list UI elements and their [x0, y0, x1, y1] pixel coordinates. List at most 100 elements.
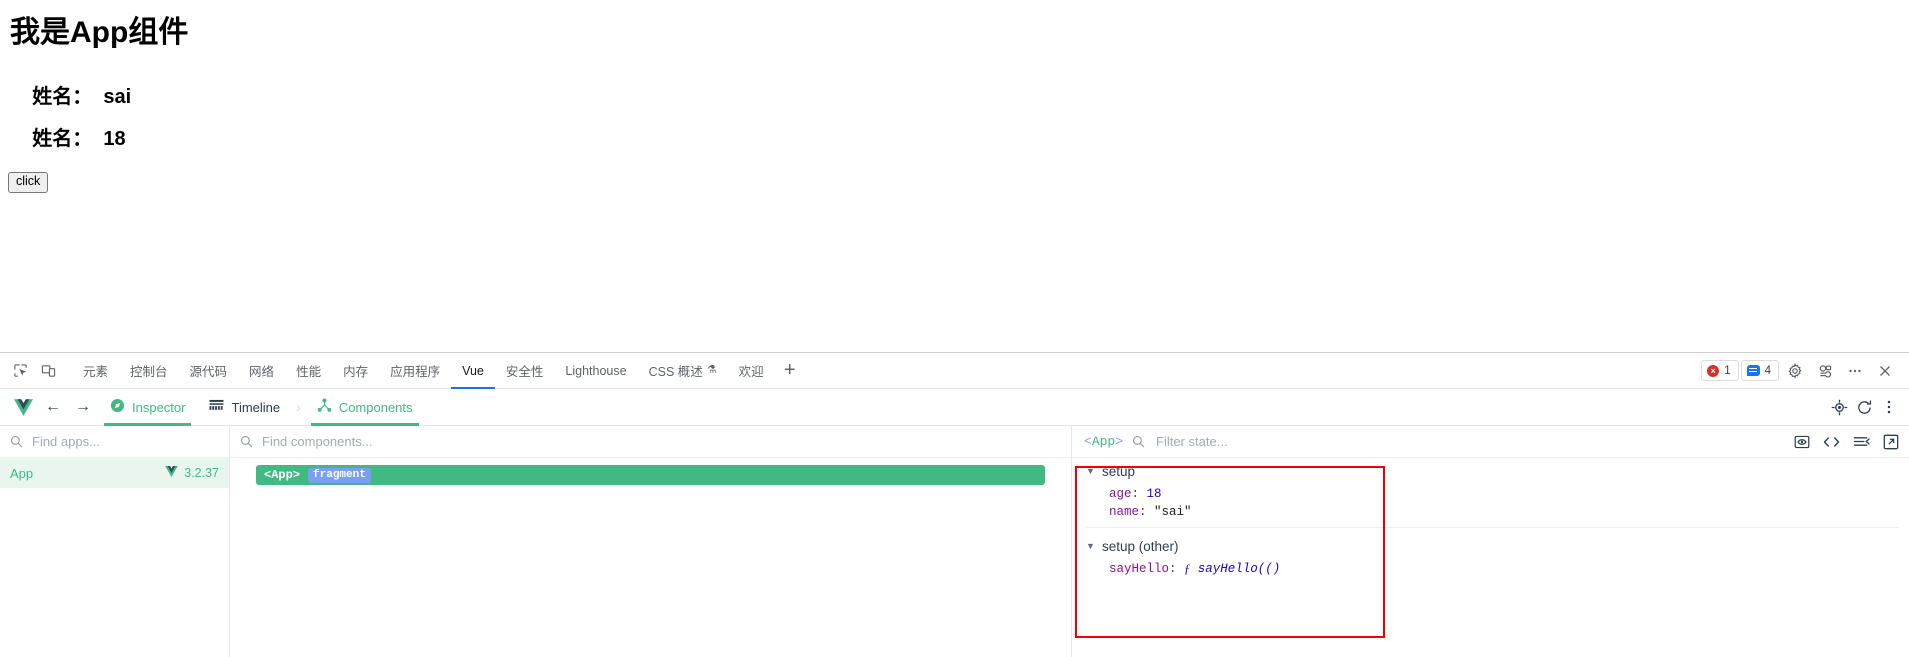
- nav-forward-button[interactable]: →: [68, 392, 98, 422]
- state-entry-name-key: name: [1109, 505, 1140, 519]
- tab-application[interactable]: 应用程序: [379, 353, 451, 389]
- state-panel-header: <App>: [1072, 426, 1909, 458]
- vue-more-menu-icon[interactable]: [1881, 399, 1897, 415]
- vue-mark-icon: [165, 466, 179, 480]
- find-components-search-row: [230, 426, 1071, 458]
- component-tree-node-name: <App>: [264, 468, 301, 482]
- tab-sources[interactable]: 源代码: [179, 353, 239, 389]
- state-entry-sayhello-value: sayHello((): [1197, 562, 1281, 576]
- tab-welcome[interactable]: 欢迎: [728, 353, 775, 389]
- tab-console-label: 控制台: [130, 365, 168, 379]
- state-group-setup-other[interactable]: ▼ setup (other): [1072, 533, 1909, 560]
- add-panel-button[interactable]: +: [775, 356, 805, 386]
- vue-tab-timeline-label: Timeline: [231, 399, 281, 415]
- vue-devtools-header: ← → Inspector Timeline › Components: [0, 389, 1909, 426]
- vue-tab-components-label: Components: [338, 399, 413, 415]
- tab-sources-label: 源代码: [189, 365, 228, 379]
- find-apps-input[interactable]: [30, 433, 219, 450]
- state-entry-sayhello-key: sayHello: [1109, 562, 1170, 576]
- state-entry-name[interactable]: name: "sai": [1072, 503, 1909, 521]
- components-tree-icon: [317, 398, 332, 416]
- find-components-input[interactable]: [260, 433, 1061, 450]
- tab-vue-label: Vue: [462, 363, 484, 378]
- component-name-text: App: [1091, 434, 1116, 449]
- compass-icon: [110, 398, 125, 416]
- open-in-editor-code-icon[interactable]: [1823, 434, 1840, 450]
- inspect-element-icon[interactable]: [6, 358, 34, 384]
- message-count-label: 4: [1764, 364, 1771, 377]
- console-output-icon[interactable]: [1853, 434, 1870, 449]
- tab-vue[interactable]: Vue: [451, 353, 495, 389]
- open-external-icon[interactable]: [1883, 434, 1899, 450]
- vue-logo-icon: [8, 398, 38, 416]
- search-icon: [240, 435, 253, 448]
- angle-close: >: [1115, 434, 1124, 449]
- nav-back-button[interactable]: ←: [38, 392, 68, 422]
- error-icon: ×: [1707, 364, 1720, 377]
- message-count-badge[interactable]: 4: [1740, 360, 1779, 381]
- select-component-target-icon[interactable]: [1831, 399, 1848, 416]
- vue-header-actions: [1831, 399, 1909, 416]
- chevron-down-icon: ▼: [1086, 466, 1095, 476]
- timeline-icon: [209, 399, 224, 416]
- device-toolbar-icon[interactable]: [34, 358, 62, 384]
- vue-tab-inspector[interactable]: Inspector: [98, 389, 197, 426]
- page-title: 我是App组件: [10, 16, 189, 49]
- component-tree-node-app[interactable]: <App> fragment: [256, 465, 1045, 485]
- state-group-divider: [1086, 527, 1899, 528]
- state-group-setup[interactable]: ▼ setup: [1072, 458, 1909, 485]
- state-panel-actions: [1794, 434, 1899, 450]
- more-options-icon[interactable]: [1841, 358, 1869, 384]
- info-row-age-value: 18: [103, 128, 126, 150]
- chevron-down-icon: ▼: [1086, 541, 1095, 551]
- tab-network-label: 网络: [249, 365, 275, 379]
- tab-memory[interactable]: 内存: [332, 353, 379, 389]
- angle-open: <: [1084, 434, 1092, 449]
- search-icon: [1132, 435, 1145, 448]
- web-page-viewport: 我是App组件 姓名： sai 姓名： 18 click: [0, 0, 1909, 352]
- devtools-panel: 元素 控制台 源代码 网络 性能 内存 应用程序 Vue 安全性 Lightho…: [0, 352, 1909, 657]
- tab-lighthouse-label: Lighthouse: [565, 363, 627, 378]
- click-button[interactable]: click: [8, 172, 49, 193]
- tab-lighthouse[interactable]: Lighthouse: [554, 353, 637, 389]
- message-icon: [1746, 365, 1760, 376]
- settings-gear-icon[interactable]: [1781, 358, 1809, 384]
- tab-performance[interactable]: 性能: [285, 353, 332, 389]
- inspect-dom-icon[interactable]: [1794, 434, 1810, 450]
- devices-icon[interactable]: [1811, 358, 1839, 384]
- app-list-item-app[interactable]: App 3.2.37: [0, 458, 229, 488]
- devtools-toolbar-right: × 1 4: [1701, 358, 1909, 384]
- vue-tab-timeline[interactable]: Timeline: [197, 389, 292, 426]
- component-tree-area: <App> fragment: [230, 458, 1071, 485]
- tab-network[interactable]: 网络: [238, 353, 285, 389]
- info-row-age: 姓名： 18: [10, 99, 126, 174]
- vue-tab-inspector-label: Inspector: [132, 399, 186, 415]
- state-entry-name-value: "sai": [1154, 505, 1192, 519]
- tab-console[interactable]: 控制台: [119, 353, 179, 389]
- tab-elements-label: 元素: [83, 365, 109, 379]
- state-entry-age-value: 18: [1146, 487, 1162, 501]
- tab-css-overview[interactable]: CSS 概述 ⚗: [638, 353, 728, 389]
- state-entry-age[interactable]: age: 18: [1072, 485, 1909, 503]
- filter-state-input[interactable]: [1154, 433, 1785, 450]
- devtools-tab-bar: 元素 控制台 源代码 网络 性能 内存 应用程序 Vue 安全性 Lightho…: [0, 353, 1909, 389]
- tab-elements[interactable]: 元素: [72, 353, 119, 389]
- state-entry-age-key: age: [1109, 487, 1132, 501]
- app-list-item-name: App: [10, 465, 34, 481]
- app-version-label: 3.2.37: [184, 466, 219, 480]
- close-devtools-icon[interactable]: [1871, 358, 1899, 384]
- state-entry-sayhello[interactable]: sayHello: ƒ sayHello((): [1072, 560, 1909, 578]
- state-group-setup-title: setup: [1102, 464, 1136, 479]
- error-count-badge[interactable]: × 1: [1701, 360, 1739, 381]
- tab-security-label: 安全性: [505, 365, 544, 379]
- component-tree-panel: <App> fragment: [230, 426, 1072, 657]
- chevron-right-icon: ›: [296, 399, 301, 415]
- tab-application-label: 应用程序: [390, 365, 441, 379]
- refresh-icon[interactable]: [1856, 399, 1873, 416]
- app-version-wrap: 3.2.37: [165, 466, 219, 480]
- vue-devtools-body: App 3.2.37: [0, 426, 1909, 657]
- tab-security[interactable]: 安全性: [495, 353, 555, 389]
- error-count-label: 1: [1724, 364, 1731, 377]
- tab-memory-label: 内存: [343, 365, 369, 379]
- vue-tab-components[interactable]: Components: [305, 389, 425, 426]
